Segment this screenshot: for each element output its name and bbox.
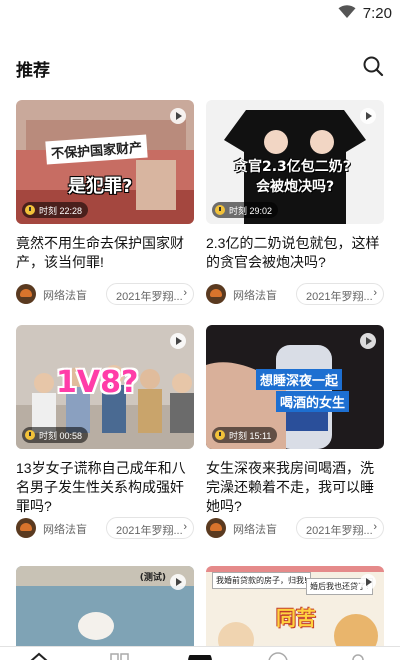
video-meta: 网络法盲 2021年罗翔... ›: [16, 517, 194, 539]
profile-icon[interactable]: [350, 652, 366, 660]
collection-tag[interactable]: 2021年罗翔... ›: [106, 517, 194, 539]
collection-tag[interactable]: 2021年罗翔... ›: [296, 517, 384, 539]
page-title: 推荐: [16, 61, 50, 80]
avatar[interactable]: [206, 284, 226, 304]
duration-badge: 时刻 29:02: [212, 202, 279, 218]
status-bar: 7:20: [0, 0, 400, 26]
collection-tag-label: 2021年罗翔...: [306, 525, 373, 537]
message-icon[interactable]: [268, 652, 288, 660]
duration-badge: 时刻 00:58: [22, 427, 89, 443]
video-card[interactable]: 1V8? 时刻 00:58 13岁女子谎称自己成年和八名男子发生性关系构成强奸罪…: [16, 325, 194, 539]
video-thumbnail[interactable]: 贪官2.3亿包二奶? 会被炮决吗? 时刻 29:02: [206, 100, 384, 224]
duration-badge: 时刻 15:11: [212, 427, 278, 443]
collection-tag-label: 2021年罗翔...: [116, 525, 183, 537]
clock-icon: [25, 430, 35, 440]
collection-tag-label: 2021年罗翔...: [306, 291, 373, 303]
video-card[interactable]: 贪官2.3亿包二奶? 会被炮决吗? 时刻 29:02 2.3亿的二奶说包就包，这…: [206, 100, 384, 305]
river-dog-image: [16, 566, 194, 646]
video-thumbnail[interactable]: 我婚前贷款的房子，归我! 婚后我也还贷了! 同苦: [206, 566, 384, 646]
overlay-caption: 是犯罪?: [68, 176, 133, 197]
author-name[interactable]: 网络法盲: [43, 521, 87, 537]
center-icon[interactable]: [188, 655, 212, 660]
chevron-right-icon: ›: [183, 521, 187, 533]
wifi-icon: [338, 5, 356, 18]
play-icon: [170, 333, 186, 349]
video-title[interactable]: 竟然不用生命去保护国家财产，该当何罪!: [16, 234, 194, 274]
video-meta: 网络法盲 2021年罗翔... ›: [16, 283, 194, 305]
status-time: 7:20: [362, 5, 392, 22]
avatar[interactable]: [16, 518, 36, 538]
collection-tag[interactable]: 2021年罗翔... ›: [296, 283, 384, 305]
duration-badge: 时刻 22:28: [22, 202, 89, 218]
page-header: 推荐: [0, 52, 400, 82]
home-icon[interactable]: [30, 652, 48, 660]
overlay-caption: (测试): [139, 573, 166, 583]
avatar[interactable]: [206, 518, 226, 538]
collection-tag[interactable]: 2021年罗翔... ›: [106, 283, 194, 305]
overlay-caption: 1V8?: [56, 365, 139, 400]
duration-text: 时刻 22:28: [39, 205, 83, 216]
category-icon[interactable]: [110, 652, 130, 660]
overlay-caption: 同苦: [276, 606, 316, 630]
overlay-caption: 会被炮决吗?: [256, 179, 335, 195]
video-card[interactable]: (测试): [16, 566, 194, 646]
video-card[interactable]: 不保护国家财产 是犯罪? 时刻 22:28 竟然不用生命去保护国家财产，该当何罪…: [16, 100, 194, 305]
video-thumbnail[interactable]: 不保护国家财产 是犯罪? 时刻 22:28: [16, 100, 194, 224]
author-name[interactable]: 网络法盲: [233, 521, 277, 537]
author-name[interactable]: 网络法盲: [43, 287, 87, 303]
duration-text: 时刻 00:58: [39, 430, 83, 441]
collection-tag-label: 2021年罗翔...: [116, 291, 183, 303]
video-meta: 网络法盲 2021年罗翔... ›: [206, 517, 384, 539]
chevron-right-icon: ›: [373, 287, 377, 299]
video-card[interactable]: 我婚前贷款的房子，归我! 婚后我也还贷了! 同苦: [206, 566, 384, 646]
play-icon: [170, 574, 186, 590]
play-icon: [360, 333, 376, 349]
chevron-right-icon: ›: [373, 521, 377, 533]
overlay-caption: 想睡深夜一起: [256, 369, 343, 390]
play-icon: [360, 574, 376, 590]
bottom-nav: [0, 646, 400, 660]
video-meta: 网络法盲 2021年罗翔... ›: [206, 283, 384, 305]
clock-icon: [215, 430, 225, 440]
play-icon: [360, 108, 376, 124]
chevron-right-icon: ›: [183, 287, 187, 299]
duration-text: 时刻 29:02: [229, 205, 273, 216]
video-thumbnail[interactable]: 想睡深夜一起 喝酒的女生 时刻 15:11: [206, 325, 384, 449]
video-title[interactable]: 2.3亿的二奶说包就包，这样的贪官会被炮决吗?: [206, 234, 384, 274]
video-title[interactable]: 13岁女子谎称自己成年和八名男子发生性关系构成强奸罪吗?: [16, 459, 194, 517]
overlay-caption: 喝酒的女生: [276, 391, 350, 412]
overlay-caption: 贪官2.3亿包二奶?: [234, 159, 351, 175]
search-icon[interactable]: [362, 55, 384, 77]
play-icon: [170, 108, 186, 124]
author-name[interactable]: 网络法盲: [233, 287, 277, 303]
avatar[interactable]: [16, 284, 36, 304]
video-title[interactable]: 女生深夜来我房间喝酒，洗完澡还赖着不走，我可以睡她吗?: [206, 459, 384, 517]
video-thumbnail[interactable]: (测试): [16, 566, 194, 646]
overlay-caption: 我婚前贷款的房子，归我!: [212, 572, 312, 589]
clock-icon: [25, 205, 35, 215]
duration-text: 时刻 15:11: [229, 430, 272, 441]
video-thumbnail[interactable]: 1V8? 时刻 00:58: [16, 325, 194, 449]
video-card[interactable]: 想睡深夜一起 喝酒的女生 时刻 15:11 女生深夜来我房间喝酒，洗完澡还赖着不…: [206, 325, 384, 539]
clock-icon: [215, 205, 225, 215]
